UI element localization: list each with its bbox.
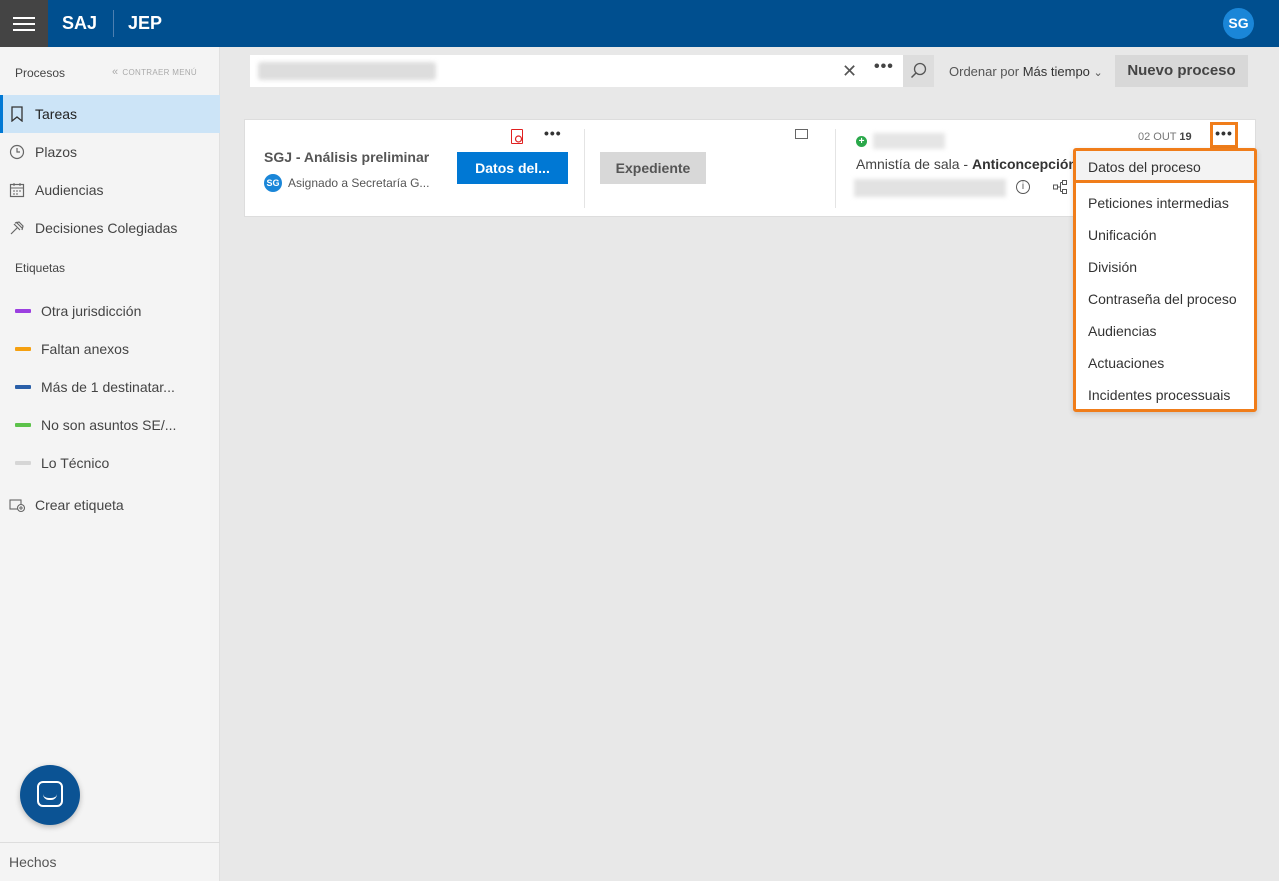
gavel-icon: [9, 220, 25, 236]
info-icon[interactable]: i: [1016, 180, 1030, 194]
sidebar-item-plazos[interactable]: Plazos: [0, 133, 220, 171]
create-tag-label: Crear etiqueta: [35, 497, 124, 513]
sidebar-footer-hechos[interactable]: Hechos: [0, 842, 220, 881]
expediente-button[interactable]: Expediente: [600, 152, 706, 184]
search-input[interactable]: [258, 62, 436, 80]
sidebar-item-label: Audiencias: [35, 182, 104, 198]
brand-jep[interactable]: JEP: [128, 0, 162, 47]
add-party-icon[interactable]: +: [856, 136, 867, 147]
sidebar-item-label: Tareas: [35, 106, 78, 122]
double-chevron-left-icon: «: [112, 66, 119, 78]
tag-lo-tecnico[interactable]: Lo Técnico: [0, 444, 220, 482]
search-button[interactable]: [903, 55, 934, 87]
assignee-avatar: SG: [264, 174, 282, 192]
sidebar-item-tareas[interactable]: Tareas: [0, 95, 220, 133]
menu-item-audiencias[interactable]: Audiencias: [1076, 315, 1254, 347]
tag-no-son-asuntos[interactable]: No son asuntos SE/...: [0, 406, 220, 444]
process-title: Amnistía de sala - Anticoncepción: [856, 156, 1077, 172]
task-more-options-icon[interactable]: •••: [544, 125, 562, 141]
tags-section-title: Etiquetas: [15, 261, 66, 275]
sidebar-item-audiencias[interactable]: Audiencias: [0, 171, 220, 209]
card-divider: [584, 129, 585, 208]
menu-item-datos-del-proceso[interactable]: Datos del proceso: [1076, 151, 1254, 183]
card-divider: [835, 129, 836, 208]
tag-color-swatch: [15, 423, 31, 427]
collapse-menu-button[interactable]: «CONTRAER MENÚ: [112, 66, 197, 78]
brand-divider: [113, 10, 114, 37]
tag-label: Lo Técnico: [41, 455, 110, 471]
redacted-process-number: [854, 179, 1006, 197]
user-avatar[interactable]: SG: [1223, 8, 1254, 39]
tag-mas-de-1-destinatario[interactable]: Más de 1 destinatar...: [0, 368, 220, 406]
calendar-icon: [9, 182, 25, 198]
tag-color-swatch: [15, 385, 31, 389]
pdf-deadline-icon[interactable]: [511, 129, 523, 144]
clear-search-icon[interactable]: ✕: [842, 61, 857, 81]
tag-label: No son asuntos SE/...: [41, 417, 177, 433]
tag-color-swatch: [15, 461, 31, 465]
menu-item-unificacion[interactable]: Unificación: [1076, 219, 1254, 251]
tag-faltan-anexos[interactable]: Faltan anexos: [0, 330, 220, 368]
add-attachment-icon[interactable]: [795, 129, 808, 139]
assignee: SG Asignado a Secretaría G...: [264, 174, 429, 192]
menu-item-actuaciones[interactable]: Actuaciones: [1076, 347, 1254, 379]
process-name: Anticoncepción: [971, 156, 1077, 172]
create-tag-button[interactable]: Crear etiqueta: [0, 486, 220, 524]
sort-dropdown[interactable]: Ordenar por Más tiempo ⌄: [949, 64, 1103, 79]
new-process-button[interactable]: Nuevo proceso: [1115, 55, 1248, 87]
task-date-day: 19: [1179, 131, 1192, 143]
task-date: 02 OUT 19: [1138, 131, 1192, 143]
menu-item-division[interactable]: División: [1076, 251, 1254, 283]
assignee-text: Asignado a Secretaría G...: [288, 176, 430, 190]
top-bar: SAJ JEP SG: [0, 0, 1279, 47]
menu-item-incidentes-processuais[interactable]: Incidentes processuais: [1076, 379, 1254, 411]
process-prefix: Amnistía de sala -: [856, 156, 969, 172]
add-tag-icon: [9, 497, 26, 513]
chat-support-button[interactable]: [20, 765, 80, 825]
sidebar-title: Procesos: [15, 66, 66, 80]
tag-color-swatch: [15, 347, 31, 351]
menu-item-peticiones-intermedias[interactable]: Peticiones intermedias: [1076, 187, 1254, 219]
task-title: SGJ - Análisis preliminar: [264, 149, 430, 165]
clock-icon: [9, 144, 25, 160]
brand-saj[interactable]: SAJ: [62, 0, 97, 47]
sidebar-item-label: Plazos: [35, 144, 78, 160]
search-bar: ✕ •••: [250, 55, 934, 87]
sort-prefix: Ordenar por: [949, 64, 1020, 79]
tag-label: Faltan anexos: [41, 341, 129, 357]
tag-color-swatch: [15, 309, 31, 313]
sidebar-item-label: Decisiones Colegiadas: [35, 220, 178, 236]
tag-label: Más de 1 destinatar...: [41, 379, 175, 395]
sidebar: Procesos «CONTRAER MENÚ Tareas Plazos Au…: [0, 47, 220, 881]
process-options-menu: Datos del proceso Peticiones intermedias…: [1073, 148, 1257, 412]
hamburger-menu-icon[interactable]: [0, 0, 48, 47]
flow-diagram-icon[interactable]: [1053, 180, 1067, 194]
search-icon: [910, 62, 927, 79]
process-more-options-icon[interactable]: •••: [1210, 122, 1238, 148]
chevron-down-icon: ⌄: [1093, 67, 1103, 79]
menu-item-contrasena-del-proceso[interactable]: Contraseña del proceso: [1076, 283, 1254, 315]
search-options-more-icon[interactable]: •••: [874, 58, 894, 76]
task-date-month: 02 OUT: [1138, 131, 1177, 143]
bookmark-icon: [9, 106, 25, 123]
tag-label: Otra jurisdicción: [41, 303, 142, 319]
datos-del-proceso-button[interactable]: Datos del...: [457, 152, 568, 184]
collapse-menu-label: CONTRAER MENÚ: [122, 68, 197, 77]
tag-otra-jurisdiccion[interactable]: Otra jurisdicción: [0, 292, 220, 330]
sidebar-item-decisiones-colegiadas[interactable]: Decisiones Colegiadas: [0, 209, 220, 247]
redacted-party-name: [873, 133, 945, 149]
sort-value: Más tiempo: [1022, 64, 1090, 79]
